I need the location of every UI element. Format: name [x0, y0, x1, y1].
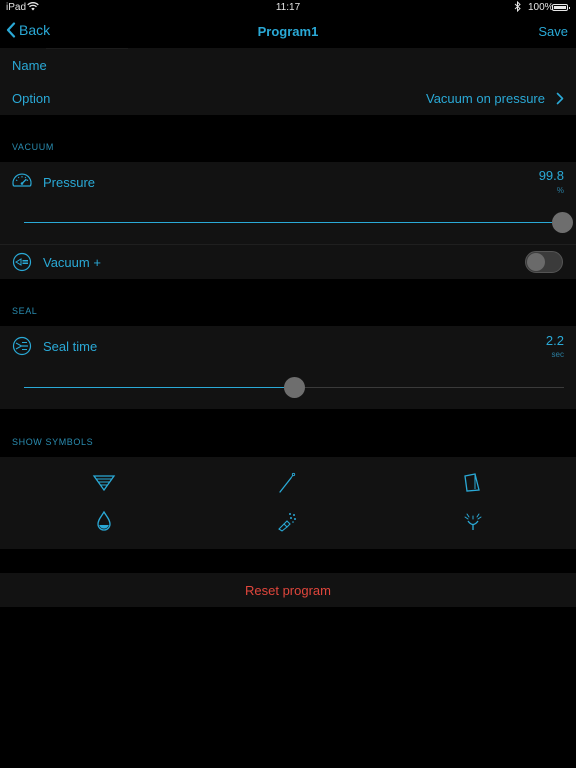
bluetooth-icon: [514, 0, 522, 15]
page-title: Program1: [257, 24, 319, 39]
sprinkle-icon[interactable]: [462, 510, 484, 537]
seal-group: Seal time 2.2 sec: [0, 326, 576, 409]
slider-fill: [24, 222, 553, 223]
save-button[interactable]: Save: [538, 24, 568, 39]
spray-icon[interactable]: [276, 510, 298, 537]
pressure-row: Pressure 99.8 %: [0, 162, 576, 244]
name-row[interactable]: Name: [0, 48, 576, 81]
pressure-slider[interactable]: [24, 212, 574, 233]
option-row[interactable]: Option Vacuum on pressure: [0, 81, 576, 115]
seal-icon: [11, 336, 33, 361]
pressure-value: 99.8: [538, 168, 564, 183]
seal-time-slider[interactable]: [24, 377, 564, 398]
needle-icon[interactable]: [276, 472, 298, 499]
status-bar: iPad 11:17 100%: [0, 0, 576, 16]
name-input[interactable]: [120, 54, 564, 76]
reset-program-button[interactable]: Reset program: [0, 583, 576, 598]
vacuum-plus-icon: [11, 252, 33, 277]
slider-thumb[interactable]: [552, 212, 574, 233]
container-icon[interactable]: [461, 472, 483, 499]
vacuum-plus-row: Vacuum +: [0, 245, 576, 279]
option-label: Option: [12, 91, 51, 106]
vacuum-section-header: VACUUM: [12, 142, 54, 152]
vacuum-plus-toggle[interactable]: [525, 251, 563, 273]
filter-funnel-icon[interactable]: [92, 473, 116, 498]
slider-fill: [24, 387, 284, 388]
option-value: Vacuum on pressure: [426, 91, 545, 106]
chevron-right-icon: [556, 92, 564, 105]
symbols-group: [0, 457, 576, 549]
drop-icon[interactable]: [95, 510, 113, 537]
general-group: Name Option Vacuum on pressure: [0, 48, 576, 115]
navigation-bar: Back Program1 Save: [0, 16, 576, 48]
seal-time-label: Seal time: [43, 339, 98, 354]
toggle-knob: [527, 253, 545, 271]
vacuum-group: Pressure 99.8 % Vacuum +: [0, 162, 576, 279]
pressure-label: Pressure: [43, 175, 96, 190]
seal-section-header: SEAL: [12, 306, 38, 316]
seal-time-unit: sec: [551, 350, 564, 359]
vacuum-plus-label: Vacuum +: [43, 255, 101, 270]
name-label: Name: [12, 58, 47, 73]
battery-percentage: 100%: [528, 2, 554, 13]
seal-time-row: Seal time 2.2 sec: [0, 326, 576, 409]
slider-thumb[interactable]: [283, 377, 305, 398]
battery-icon: [552, 4, 570, 11]
gauge-icon: [11, 171, 33, 196]
reset-group: Reset program: [0, 573, 576, 607]
pressure-unit: %: [556, 186, 564, 195]
clock: 11:17: [275, 2, 301, 13]
seal-time-value: 2.2: [545, 333, 564, 348]
symbols-section-header: SHOW SYMBOLS: [12, 437, 94, 447]
